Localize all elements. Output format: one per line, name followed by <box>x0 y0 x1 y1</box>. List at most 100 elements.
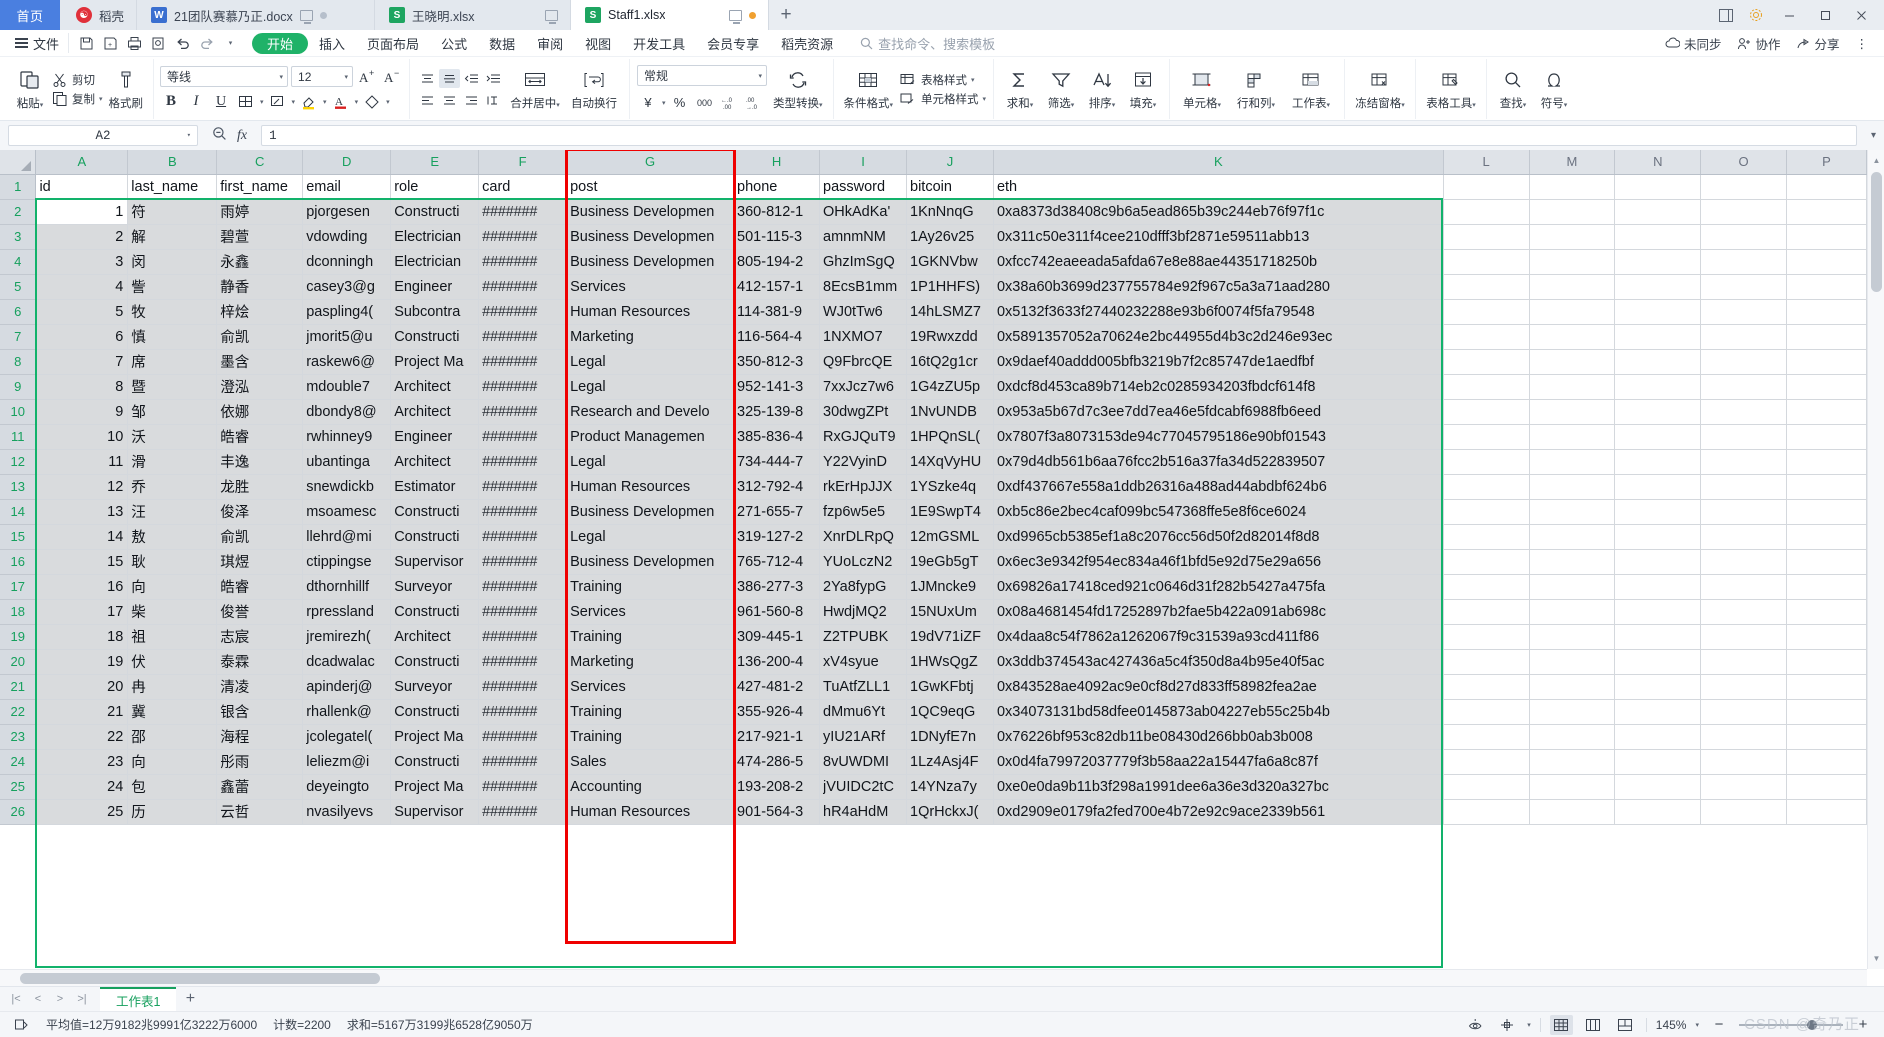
cell-K12[interactable]: 0x79d4db561b6aa76fcc2b516a37fa34d5228395… <box>993 449 1444 475</box>
window-close-button[interactable] <box>1844 0 1878 30</box>
share-button[interactable]: 分享 <box>1790 34 1845 53</box>
cell-L18[interactable] <box>1443 599 1530 625</box>
cell-H23[interactable]: 217-921-1 <box>733 724 821 750</box>
cell-E7[interactable]: Constructi <box>390 324 480 350</box>
zoom-dropdown-icon[interactable]: ▾ <box>1695 1021 1699 1029</box>
cell-A20[interactable]: 19 <box>35 649 129 675</box>
cell-J11[interactable]: 1HPQnSL( <box>906 424 994 450</box>
cell-J13[interactable]: 1YSzke4q <box>906 474 994 500</box>
cell-F8[interactable]: ####### <box>478 349 568 375</box>
select-all-corner[interactable] <box>0 150 37 175</box>
cell-A11[interactable]: 10 <box>35 424 129 450</box>
cell-K8[interactable]: 0x9daef40addd005bfb3219b7f2c85747de1aedf… <box>993 349 1444 375</box>
cell-P25[interactable] <box>1786 774 1867 800</box>
cell-N25[interactable] <box>1614 774 1702 800</box>
cell-E8[interactable]: Project Ma <box>390 349 480 375</box>
cell-B11[interactable]: 沃 <box>127 424 218 450</box>
cell-J7[interactable]: 19Rwxzdd <box>906 324 994 350</box>
cell-H2[interactable]: 360-812-1 <box>733 199 821 225</box>
cell-D7[interactable]: jmorit5@u <box>302 324 392 350</box>
cell-J14[interactable]: 1E9SwpT4 <box>906 499 994 525</box>
cell-J1[interactable]: bitcoin <box>906 174 994 200</box>
cell-N1[interactable] <box>1614 174 1702 200</box>
cell-N26[interactable] <box>1614 799 1702 825</box>
cell-B25[interactable]: 包 <box>127 774 218 800</box>
cell-K15[interactable]: 0xd9965cb5385ef1a8c2076cc56d50f2d82014f8… <box>993 524 1444 550</box>
column-header-I[interactable]: I <box>819 150 907 175</box>
cell-G26[interactable]: Human Resources <box>566 799 735 825</box>
cell-I17[interactable]: 2Ya8fypG <box>819 574 907 600</box>
cell-L24[interactable] <box>1443 749 1530 775</box>
add-sheet-button[interactable]: + <box>176 987 204 1011</box>
cell-I20[interactable]: xV4syue <box>819 649 907 675</box>
cell-N11[interactable] <box>1614 424 1702 450</box>
next-sheet-button[interactable]: > <box>50 989 70 1009</box>
cell-C26[interactable]: 云哲 <box>216 799 304 825</box>
cell-H1[interactable]: phone <box>733 174 821 200</box>
cell-B5[interactable]: 訾 <box>127 274 218 300</box>
cell-D12[interactable]: ubantinga <box>302 449 392 475</box>
cell-I3[interactable]: amnmNM <box>819 224 907 250</box>
cell-P3[interactable] <box>1786 224 1867 250</box>
cell-P9[interactable] <box>1786 374 1867 400</box>
cell-G10[interactable]: Research and Develo <box>566 399 735 425</box>
cell-I15[interactable]: XnrDLRpQ <box>819 524 907 550</box>
cell-I1[interactable]: password <box>819 174 907 200</box>
cell-E5[interactable]: Engineer <box>390 274 480 300</box>
cell-L11[interactable] <box>1443 424 1530 450</box>
cell-M19[interactable] <box>1529 624 1616 650</box>
ribbon-tab-review[interactable]: 审阅 <box>526 33 574 54</box>
find-button[interactable]: 查找▾ <box>1494 67 1532 111</box>
row-header-26[interactable]: 26 <box>0 799 37 825</box>
cell-H12[interactable]: 734-444-7 <box>733 449 821 475</box>
cell-L14[interactable] <box>1443 499 1530 525</box>
decrease-indent-button[interactable] <box>461 69 482 88</box>
page-layout-view-button[interactable] <box>1582 1015 1605 1035</box>
cell-J24[interactable]: 1Lz4Asj4F <box>906 749 994 775</box>
cell-J10[interactable]: 1NvUNDB <box>906 399 994 425</box>
cell-D26[interactable]: nvasilyevs <box>302 799 392 825</box>
cell-G19[interactable]: Training <box>566 624 735 650</box>
cell-D15[interactable]: llehrd@mi <box>302 524 392 550</box>
ribbon-tab-docer-resource[interactable]: 稻壳资源 <box>770 33 844 54</box>
column-header-J[interactable]: J <box>906 150 994 175</box>
cell-F15[interactable]: ####### <box>478 524 568 550</box>
cell-C15[interactable]: 俞凯 <box>216 524 304 550</box>
cell-E1[interactable]: role <box>390 174 480 200</box>
cell-G3[interactable]: Business Developmen <box>566 224 735 250</box>
column-header-M[interactable]: M <box>1529 150 1616 175</box>
cell-P13[interactable] <box>1786 474 1867 500</box>
cell-D24[interactable]: leliezm@i <box>302 749 392 775</box>
row-header-12[interactable]: 12 <box>0 449 37 475</box>
cell-L8[interactable] <box>1443 349 1530 375</box>
cell-K24[interactable]: 0x0d4fa79972037779f3b58aa22a15447fa6a8c8… <box>993 749 1444 775</box>
cell-N4[interactable] <box>1614 249 1702 275</box>
cell-P22[interactable] <box>1786 699 1867 725</box>
column-header-K[interactable]: K <box>993 150 1444 175</box>
cell-B19[interactable]: 祖 <box>127 624 218 650</box>
cell-B9[interactable]: 暨 <box>127 374 218 400</box>
cell-B16[interactable]: 耿 <box>127 549 218 575</box>
row-header-21[interactable]: 21 <box>0 674 37 700</box>
sync-status-button[interactable]: 未同步 <box>1659 34 1728 53</box>
cell-A18[interactable]: 17 <box>35 599 129 625</box>
cell-C17[interactable]: 皓睿 <box>216 574 304 600</box>
cell-P5[interactable] <box>1786 274 1867 300</box>
font-color-button[interactable]: A <box>330 91 352 112</box>
cell-C21[interactable]: 清凌 <box>216 674 304 700</box>
cell-N16[interactable] <box>1614 549 1702 575</box>
cell-I7[interactable]: 1NXMO7 <box>819 324 907 350</box>
row-header-24[interactable]: 24 <box>0 749 37 775</box>
bold-button[interactable]: B <box>160 91 182 112</box>
cell-N12[interactable] <box>1614 449 1702 475</box>
cell-D16[interactable]: ctippingse <box>302 549 392 575</box>
cell-I21[interactable]: TuAtfZLL1 <box>819 674 907 700</box>
cell-L6[interactable] <box>1443 299 1530 325</box>
cell-C23[interactable]: 海程 <box>216 724 304 750</box>
zoom-out-button[interactable]: − <box>1708 1015 1730 1035</box>
cell-L4[interactable] <box>1443 249 1530 275</box>
cell-O13[interactable] <box>1700 474 1788 500</box>
cell-M25[interactable] <box>1529 774 1616 800</box>
cell-A15[interactable]: 14 <box>35 524 129 550</box>
cell-B10[interactable]: 邹 <box>127 399 218 425</box>
